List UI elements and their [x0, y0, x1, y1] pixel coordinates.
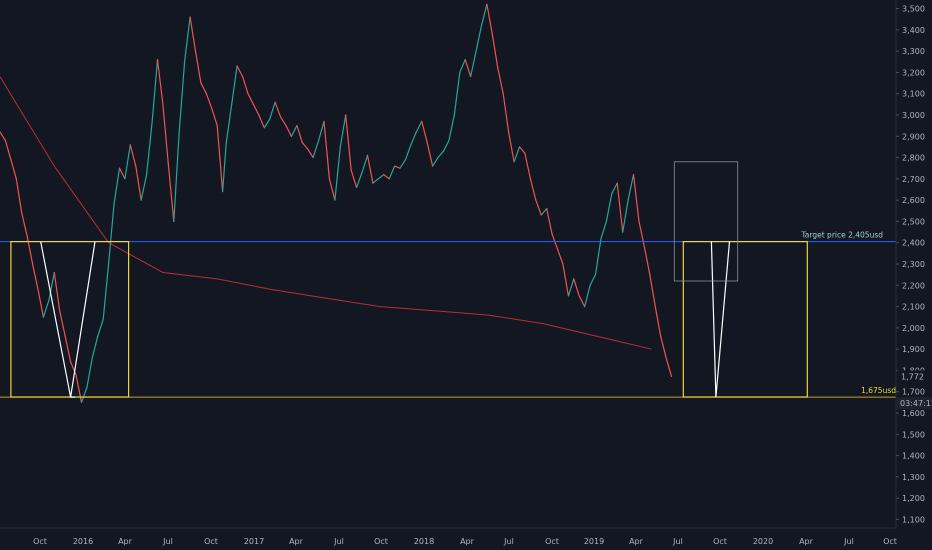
time-tick-label: Jul	[672, 537, 683, 546]
time-tick-label: Apr	[289, 537, 304, 546]
price-tick-label: 2,800	[902, 154, 925, 163]
time-tick-label: Oct	[545, 537, 559, 546]
price-tick-label: 2,300	[902, 260, 925, 269]
price-tick-label: 2,500	[902, 217, 925, 226]
price-tick-label: 2,600	[902, 196, 925, 205]
time-tick-label: Jul	[333, 537, 344, 546]
price-tick-label: 2,000	[902, 324, 925, 333]
chart-background	[0, 0, 932, 550]
price-tick-label: 2,900	[902, 132, 925, 141]
time-tick-label: Oct	[374, 537, 388, 546]
time-tick-label: 2018	[414, 537, 434, 546]
price-tick-label: 1,500	[902, 430, 925, 439]
chart-area[interactable]: 1,1001,2001,3001,4001,5001,6001,7001,800…	[0, 0, 932, 550]
price-tick-label: 2,700	[902, 175, 925, 184]
price-tick-label: 1,700	[902, 388, 925, 397]
time-tick-label: 2019	[584, 537, 604, 546]
time-tick-label: Jul	[843, 537, 854, 546]
target-price-label: Target price 2,405usd	[800, 231, 883, 240]
price-tick-label: 2,400	[902, 239, 925, 248]
price-tick-label: 1,600	[902, 409, 925, 418]
bar-countdown-label: 03:47:11	[900, 399, 932, 408]
time-tick-label: 2016	[73, 537, 93, 546]
price-tick-label: 3,200	[902, 68, 925, 77]
price-tick-label: 1,300	[902, 473, 925, 482]
price-tick-label: 1,900	[902, 345, 925, 354]
price-tick-label: 3,400	[902, 26, 925, 35]
price-tick-label: 3,500	[902, 5, 925, 14]
time-tick-label: 2017	[244, 537, 264, 546]
last-price-label: 1,772	[901, 372, 924, 381]
time-tick-label: Oct	[883, 537, 897, 546]
price-tick-label: 1,200	[902, 494, 925, 503]
time-tick-label: Oct	[33, 537, 47, 546]
time-tick-label: Apr	[799, 537, 814, 546]
price-tick-label: 2,100	[902, 303, 925, 312]
price-tick-label: 1,400	[902, 452, 925, 461]
time-tick-label: Oct	[713, 537, 727, 546]
price-tick-label: 1,100	[902, 515, 925, 524]
time-tick-label: Jul	[503, 537, 514, 546]
support-price-label: 1,675usd	[861, 386, 896, 395]
chart-canvas[interactable]: 1,1001,2001,3001,4001,5001,6001,7001,800…	[0, 0, 932, 550]
price-tick-label: 3,000	[902, 111, 925, 120]
price-tick-label: 3,300	[902, 47, 925, 56]
time-tick-label: Apr	[118, 537, 133, 546]
time-tick-label: Apr	[460, 537, 475, 546]
time-tick-label: 2020	[753, 537, 773, 546]
time-tick-label: Oct	[204, 537, 218, 546]
price-tick-label: 2,200	[902, 281, 925, 290]
price-tick-label: 3,100	[902, 90, 925, 99]
time-tick-label: Apr	[629, 537, 644, 546]
time-tick-label: Jul	[162, 537, 173, 546]
